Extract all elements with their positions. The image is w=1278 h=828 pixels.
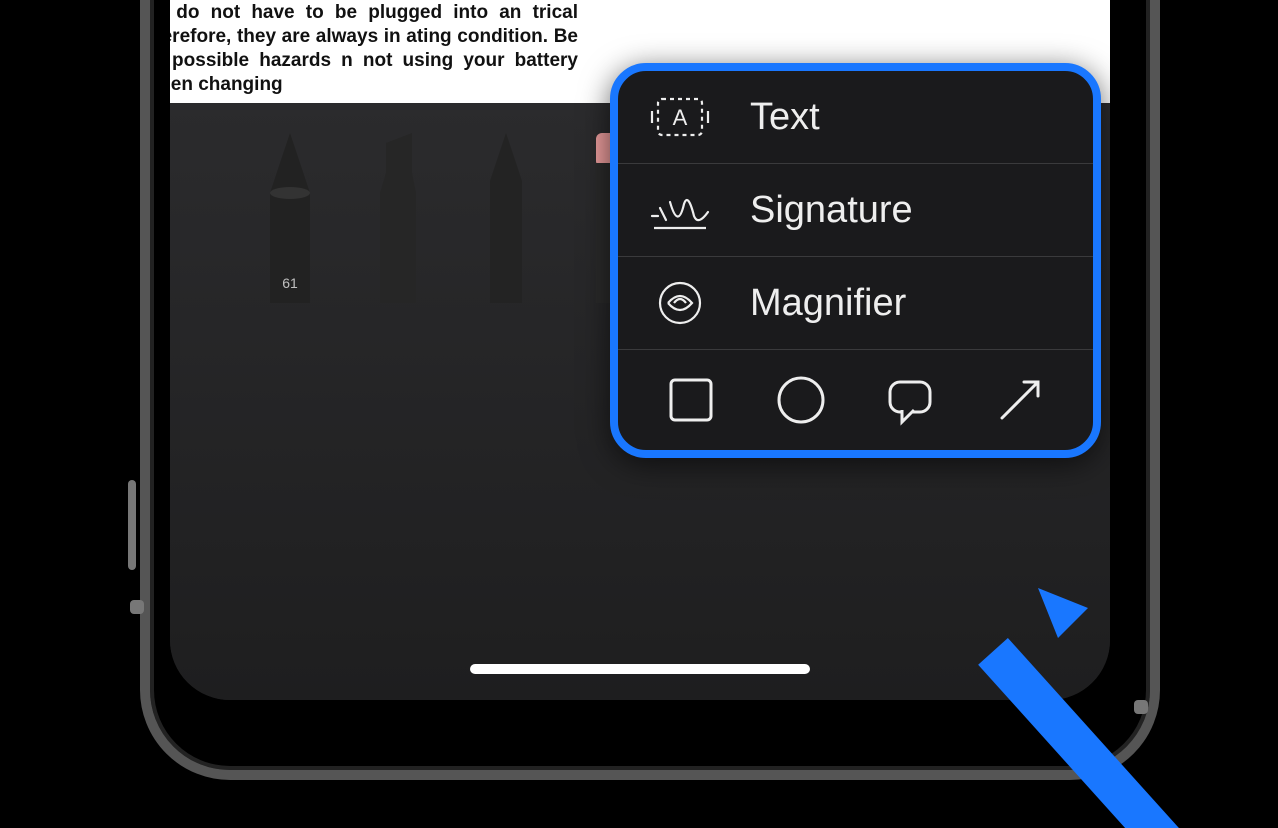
menu-item-signature[interactable]: Signature: [618, 164, 1093, 257]
home-indicator[interactable]: [470, 664, 810, 674]
doc-paragraph: ery tools do not have to be plugged into…: [170, 1, 578, 96]
menu-item-label: Signature: [750, 189, 913, 232]
stage: ric shock, fire, or serious injury. ys w…: [0, 0, 1278, 828]
marker-tool[interactable]: [368, 133, 428, 303]
menu-shape-row: [618, 350, 1093, 450]
shape-rectangle-button[interactable]: [665, 374, 717, 426]
phone-side-button: [128, 480, 136, 570]
menu-item-label: Text: [750, 96, 820, 139]
shape-arrow-button[interactable]: [994, 374, 1046, 426]
shape-speech-bubble-button[interactable]: [884, 374, 936, 426]
phone-side-dot: [1134, 700, 1148, 714]
menu-item-text[interactable]: A Text: [618, 71, 1093, 164]
add-annotation-menu: A Text Signature Magnifier: [610, 63, 1101, 458]
phone-side-dot: [130, 600, 144, 614]
magnifier-icon: [648, 279, 712, 327]
text-box-icon: A: [648, 93, 712, 141]
signature-icon: [648, 186, 712, 234]
pencil-tool[interactable]: [476, 133, 536, 303]
menu-item-label: Magnifier: [750, 282, 906, 325]
menu-item-magnifier[interactable]: Magnifier: [618, 257, 1093, 350]
pen-tool[interactable]: 61: [260, 133, 320, 303]
document-left-column: ric shock, fire, or serious injury. ys w…: [170, 0, 602, 103]
svg-text:A: A: [673, 105, 688, 130]
shape-circle-button[interactable]: [775, 374, 827, 426]
pen-size-label: 61: [282, 275, 298, 291]
